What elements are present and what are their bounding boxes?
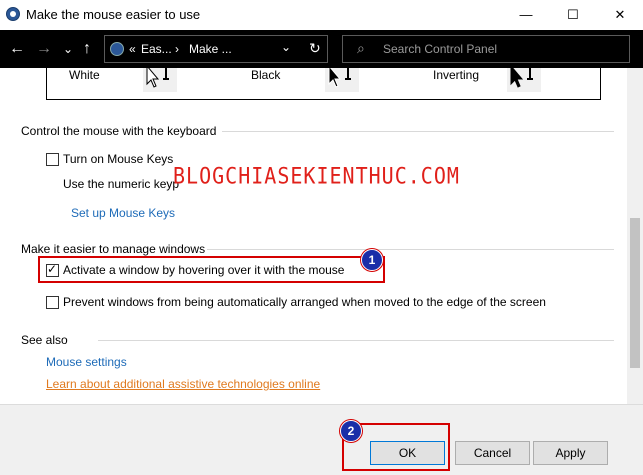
section-divider	[98, 340, 614, 341]
minimize-button[interactable]: —	[503, 0, 549, 30]
window-title: Make the mouse easier to use	[26, 7, 201, 22]
mouse-keys-checkbox[interactable]	[46, 153, 59, 166]
scheme-black-label[interactable]: Black	[251, 68, 280, 82]
recent-locations-icon[interactable]: ⌄	[63, 30, 73, 68]
vertical-scrollbar[interactable]	[627, 68, 643, 404]
cancel-button[interactable]: Cancel	[455, 441, 530, 465]
breadcrumb-overflow[interactable]: «	[129, 42, 136, 56]
prevent-arrange-label[interactable]: Prevent windows from being automatically…	[63, 295, 546, 309]
maximize-button[interactable]: ☐	[550, 0, 596, 30]
refresh-icon[interactable]: ↻	[309, 40, 321, 57]
mouse-settings-link[interactable]: Mouse settings	[46, 355, 127, 369]
keyboard-section-heading: Control the mouse with the keyboard	[21, 124, 217, 138]
see-also-heading: See also	[21, 333, 68, 347]
back-icon[interactable]: ←	[9, 30, 25, 68]
mouse-keys-description: Use the numeric keyp	[63, 177, 180, 191]
assistive-technologies-link[interactable]: Learn about additional assistive technol…	[46, 377, 320, 391]
inverting-cursor-preview[interactable]	[507, 68, 541, 92]
ok-button[interactable]: OK	[370, 441, 445, 465]
address-dropdown-icon[interactable]: ⌄	[281, 40, 291, 54]
setup-mouse-keys-link[interactable]: Set up Mouse Keys	[71, 206, 175, 220]
forward-icon[interactable]: →	[36, 30, 52, 68]
navigation-bar: ← → ⌄ ↑ « Eas... › Make ... ⌄ ↻ ⌕ Search…	[0, 30, 643, 68]
hover-activate-checkbox[interactable]	[46, 262, 59, 277]
breadcrumb-ease-of-access[interactable]: Eas...	[141, 42, 172, 56]
hover-activate-label[interactable]: Activate a window by hovering over it wi…	[63, 263, 344, 277]
step-badge-1: 1	[361, 249, 383, 271]
watermark-text: BLOGCHIASEKIENTHUC.COM	[173, 162, 460, 190]
step-badge-2: 2	[340, 420, 362, 442]
breadcrumb-separator: ›	[175, 42, 179, 56]
search-placeholder: Search Control Panel	[383, 42, 498, 56]
search-box[interactable]: ⌕ Search Control Panel	[342, 35, 630, 63]
address-bar[interactable]: « Eas... › Make ... ⌄ ↻	[104, 35, 328, 63]
pointer-scheme-box: White Black Inverting	[46, 68, 601, 100]
content-pane: White Black Inverting Control the mouse …	[0, 68, 627, 404]
title-bar: Make the mouse easier to use — ☐ ✕	[0, 0, 643, 30]
section-divider	[222, 131, 614, 132]
prevent-arrange-checkbox[interactable]	[46, 296, 59, 309]
search-icon: ⌕	[357, 40, 365, 56]
apply-button[interactable]: Apply	[533, 441, 608, 465]
breadcrumb-current[interactable]: Make ...	[189, 42, 232, 56]
section-divider	[207, 249, 614, 250]
white-cursor-preview[interactable]	[143, 68, 177, 92]
close-button[interactable]: ✕	[597, 0, 643, 30]
windows-section-heading: Make it easier to manage windows	[21, 242, 206, 256]
scheme-white-label[interactable]: White	[69, 68, 100, 82]
up-icon[interactable]: ↑	[83, 30, 91, 68]
control-panel-icon	[110, 42, 124, 56]
scrollbar-thumb[interactable]	[630, 218, 640, 368]
black-cursor-preview[interactable]	[325, 68, 359, 92]
scheme-inverting-label[interactable]: Inverting	[433, 68, 479, 82]
ease-of-access-icon	[6, 7, 20, 21]
mouse-keys-label[interactable]: Turn on Mouse Keys	[63, 152, 173, 166]
